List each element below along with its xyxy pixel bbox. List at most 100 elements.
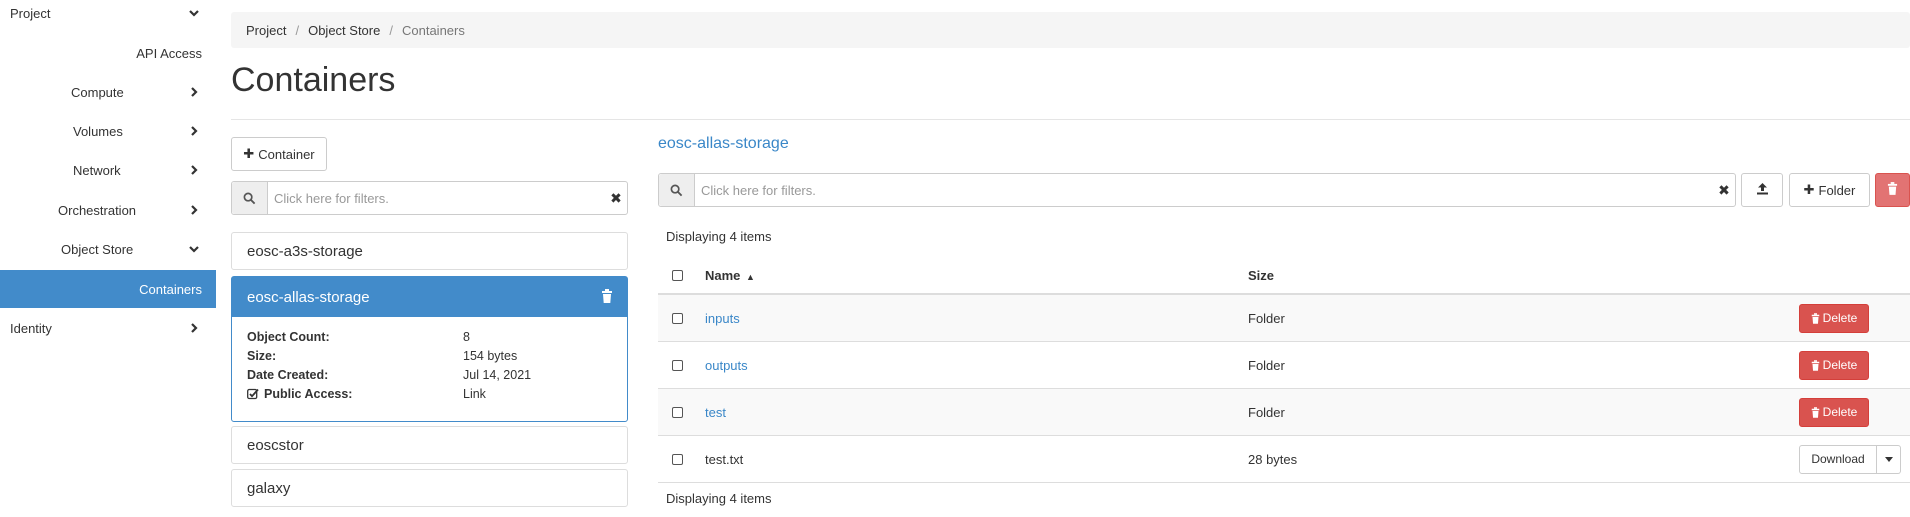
sidebar-item-label: Volumes [73, 123, 123, 139]
object-name-link[interactable]: test [705, 405, 726, 420]
table-row: test.txt 28 bytes Download [658, 436, 1910, 483]
breadcrumb-object-store[interactable]: Object Store [308, 23, 380, 38]
detail-label: Public Access: [247, 387, 463, 401]
upload-icon [1756, 182, 1769, 198]
sidebar-item-network[interactable]: Network [0, 151, 216, 189]
sidebar-item-orchestration[interactable]: Orchestration [0, 191, 216, 229]
sidebar-item-compute[interactable]: Compute [0, 73, 216, 111]
chevron-right-icon [188, 86, 200, 98]
container-name: eosc-allas-storage [247, 288, 370, 306]
trash-icon [1811, 359, 1819, 371]
object-size: 28 bytes [1248, 451, 1298, 467]
table-row: inputs Folder Delete [658, 295, 1910, 342]
container-item-eosc-a3s-storage[interactable]: eosc-a3s-storage [231, 232, 628, 270]
detail-value: 154 bytes [463, 348, 518, 363]
sidebar-item-label: Project [10, 5, 51, 21]
chevron-right-icon [188, 322, 200, 334]
delete-selected-button[interactable] [1875, 173, 1910, 207]
sidebar-item-label: Orchestration [58, 202, 137, 218]
select-all-checkbox[interactable] [672, 269, 683, 281]
column-name-header[interactable]: Name ▲ [705, 268, 755, 283]
container-name: eosc-a3s-storage [247, 242, 363, 260]
object-name-link[interactable]: inputs [705, 311, 740, 326]
public-access-label: Public Access: [264, 386, 353, 401]
container-item-eoscstor[interactable]: eoscstor [231, 426, 628, 464]
page-title: Containers [231, 61, 396, 99]
sidebar-item-api-access[interactable]: API Access [0, 34, 216, 72]
add-container-label: Container [258, 146, 315, 162]
object-size: Folder [1248, 310, 1285, 326]
detail-size: Size: 154 bytes [247, 346, 612, 365]
sidebar-item-label: API Access [136, 45, 202, 61]
download-button-group: Download [1799, 444, 1901, 474]
delete-button[interactable]: Delete [1799, 350, 1869, 380]
detail-label: Date Created: [247, 367, 329, 382]
chevron-right-icon [188, 204, 200, 216]
sidebar-item-label: Object Store [61, 241, 134, 257]
add-folder-button[interactable]: ✚ Folder [1789, 173, 1870, 207]
sidebar-item-volumes[interactable]: Volumes [0, 112, 216, 150]
table-row: test Folder Delete [658, 389, 1910, 436]
search-icon [659, 174, 695, 206]
sidebar-item-containers[interactable]: Containers [0, 270, 216, 308]
container-header[interactable]: eosc-allas-storage [232, 277, 627, 317]
object-name-link[interactable]: outputs [705, 358, 748, 373]
sidebar-item-project[interactable]: Project [0, 0, 216, 32]
row-checkbox[interactable] [672, 312, 683, 324]
table-row: outputs Folder Delete [658, 342, 1910, 389]
column-label: Name [705, 267, 741, 283]
trash-icon[interactable] [601, 289, 613, 307]
sidebar-item-label: Identity [10, 320, 52, 336]
breadcrumb: Project / Object Store / Containers [231, 12, 1910, 48]
delete-button[interactable]: Delete [1799, 397, 1869, 427]
checkbox-checked-icon[interactable] [247, 388, 259, 400]
container-title[interactable]: eosc-allas-storage [658, 135, 789, 153]
trash-icon [1887, 182, 1898, 198]
delete-label: Delete [1822, 311, 1858, 325]
object-size: Folder [1248, 404, 1285, 420]
container-item-galaxy[interactable]: galaxy [231, 469, 628, 507]
object-size: Folder [1248, 357, 1285, 373]
trash-icon [1811, 406, 1819, 418]
sidebar-item-identity[interactable]: Identity [0, 309, 216, 347]
row-checkbox[interactable] [672, 453, 683, 465]
chevron-right-icon [188, 125, 200, 137]
sidebar: Project API Access Compute Volumes Netwo… [0, 0, 216, 517]
object-filter-input[interactable] [695, 174, 1713, 206]
public-access-link[interactable]: Link [463, 387, 486, 401]
container-name: eoscstor [247, 436, 304, 454]
container-filter: ✖ [231, 181, 628, 215]
download-button[interactable]: Download [1799, 444, 1877, 474]
divider [231, 119, 1910, 120]
row-checkbox[interactable] [672, 406, 683, 418]
detail-date-created: Date Created: Jul 14, 2021 [247, 365, 612, 384]
detail-object-count: Object Count: 8 [247, 327, 612, 346]
clear-filter-icon[interactable]: ✖ [605, 182, 627, 214]
object-name: test.txt [705, 451, 744, 467]
delete-button[interactable]: Delete [1799, 303, 1869, 333]
chevron-right-icon [188, 164, 200, 176]
add-folder-label: Folder [1818, 182, 1856, 198]
detail-value: Jul 14, 2021 [463, 367, 532, 382]
detail-label: Object Count: [247, 329, 330, 344]
upload-button[interactable] [1741, 173, 1783, 207]
breadcrumb-containers: Containers [401, 22, 465, 38]
column-size-header[interactable]: Size [1248, 268, 1274, 283]
sidebar-item-object-store[interactable]: Object Store [0, 230, 216, 268]
plus-icon: ✚ [1803, 182, 1815, 197]
sidebar-item-label: Network [73, 162, 121, 178]
object-filter: ✖ [658, 173, 1736, 207]
container-item-eosc-allas-storage[interactable]: eosc-allas-storage Object Count: 8 Size:… [231, 276, 628, 422]
row-checkbox[interactable] [672, 359, 683, 371]
displaying-count-bottom: Displaying 4 items [666, 491, 772, 506]
chevron-down-icon [188, 243, 200, 255]
table-header: Name ▲ Size [658, 257, 1910, 295]
caret-down-icon[interactable] [1877, 444, 1901, 474]
container-filter-input[interactable] [268, 182, 605, 214]
breadcrumb-project[interactable]: Project [246, 23, 286, 38]
detail-label: Size: [247, 348, 277, 363]
clear-filter-icon[interactable]: ✖ [1713, 174, 1735, 206]
add-container-button[interactable]: ✚ Container [231, 137, 327, 171]
sidebar-item-label: Containers [139, 281, 202, 297]
container-name: galaxy [247, 479, 291, 497]
